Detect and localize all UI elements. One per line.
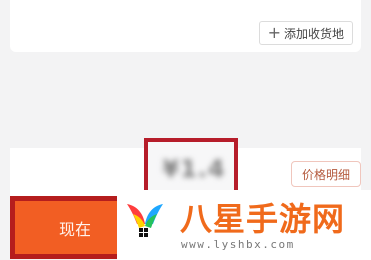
brand-url: www.lyshbx.com xyxy=(181,238,295,251)
price-detail-button[interactable]: 价格明细 xyxy=(290,161,361,187)
price-highlight-box: ¥1.4 xyxy=(144,138,238,194)
address-card: + 添加收货地 xyxy=(10,0,361,52)
add-address-label: 添加收货地 xyxy=(283,26,344,41)
blurred-price: ¥1.4 xyxy=(162,155,226,183)
plus-icon: + xyxy=(267,23,281,42)
colorful-wing-logo-icon xyxy=(127,204,163,237)
brand-name: 八星手游网 xyxy=(180,200,346,238)
watermark-banner: 八星手游网 www.lyshbx.com xyxy=(117,190,371,260)
add-address-button[interactable]: + 添加收货地 xyxy=(258,21,353,45)
